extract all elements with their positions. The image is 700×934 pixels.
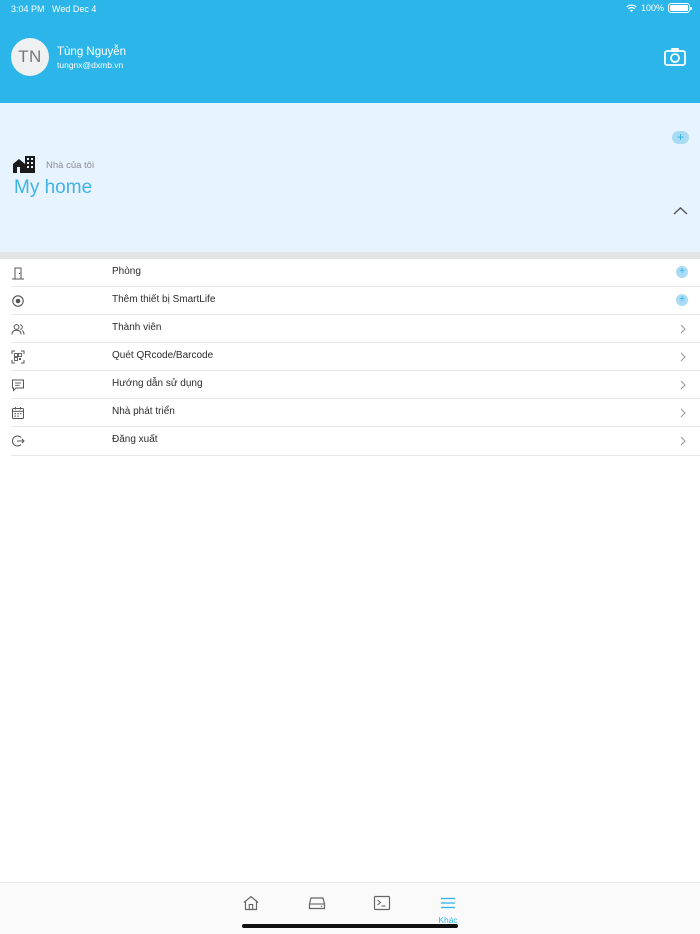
chevron-up-icon[interactable] — [672, 205, 689, 216]
tab-more[interactable]: Khác — [436, 893, 460, 925]
menu-item-add-smartlife[interactable]: Thêm thiết bị SmartLife + — [11, 287, 700, 315]
target-icon — [12, 295, 24, 307]
logout-icon — [12, 435, 25, 447]
wifi-icon — [626, 4, 637, 12]
avatar[interactable]: TN — [11, 38, 49, 76]
tab-devices[interactable] — [305, 893, 329, 923]
chevron-right-icon — [680, 352, 686, 362]
tab-scenes[interactable] — [370, 893, 394, 923]
menu-item-user-guide[interactable]: Hướng dẫn sử dụng — [11, 371, 700, 399]
menu-item-logout[interactable]: Đăng xuất — [11, 427, 700, 456]
menu-item-rooms[interactable]: Phòng + — [11, 259, 700, 287]
menu-item-label: Thành viên — [112, 322, 162, 333]
status-right: 100% — [626, 3, 692, 13]
battery-percent: 100% — [640, 3, 664, 13]
menu-item-label: Đăng xuất — [112, 434, 158, 445]
message-icon — [12, 379, 24, 392]
home-name[interactable]: My home — [14, 177, 92, 199]
home-icon — [243, 895, 259, 911]
section-divider — [0, 252, 700, 259]
user-name: Tùng Nguyễn — [57, 46, 127, 58]
terminal-icon — [373, 895, 391, 911]
home-label: Nhà của tôi — [46, 160, 95, 171]
door-icon — [12, 267, 24, 280]
menu-item-members[interactable]: Thành viên — [11, 315, 700, 343]
menu-item-developer[interactable]: Nhà phát triển — [11, 399, 700, 427]
home-buildings-icon — [13, 156, 35, 173]
chevron-right-icon — [680, 436, 686, 446]
menu-item-label: Quét QRcode/Barcode — [112, 350, 214, 361]
menu-item-label: Thêm thiết bị SmartLife — [112, 294, 216, 305]
profile-header: 3:04 PM Wed Dec 4 100% TN Tùng Nguyễn tu… — [0, 0, 700, 103]
home-panel — [0, 103, 700, 252]
chevron-right-icon — [680, 380, 686, 390]
device-icon — [308, 897, 326, 910]
battery-fill — [670, 5, 688, 11]
add-device-button[interactable]: + — [676, 294, 688, 306]
menu-lines-icon — [441, 897, 455, 909]
status-bar: 3:04 PM Wed Dec 4 100% — [0, 0, 700, 18]
menu-item-label: Hướng dẫn sử dụng — [112, 378, 203, 389]
add-home-button[interactable]: + — [672, 131, 689, 144]
camera-icon[interactable] — [663, 46, 687, 68]
user-email: tungnx@dxmb.vn — [57, 60, 124, 70]
battery-icon — [668, 3, 692, 13]
chevron-right-icon — [680, 408, 686, 418]
menu-item-scan-qr[interactable]: Quét QRcode/Barcode — [11, 343, 700, 371]
status-time: 3:04 PM — [11, 4, 45, 14]
calendar-icon — [12, 407, 24, 419]
menu-item-label: Phòng — [112, 266, 141, 277]
chevron-right-icon — [680, 324, 686, 334]
menu-item-label: Nhà phát triển — [112, 406, 175, 417]
tab-home[interactable] — [239, 893, 263, 923]
status-date: Wed Dec 4 — [52, 4, 97, 14]
qr-scan-icon — [11, 350, 25, 364]
users-icon — [11, 324, 25, 335]
home-indicator — [242, 924, 458, 928]
add-room-button[interactable]: + — [676, 266, 688, 278]
